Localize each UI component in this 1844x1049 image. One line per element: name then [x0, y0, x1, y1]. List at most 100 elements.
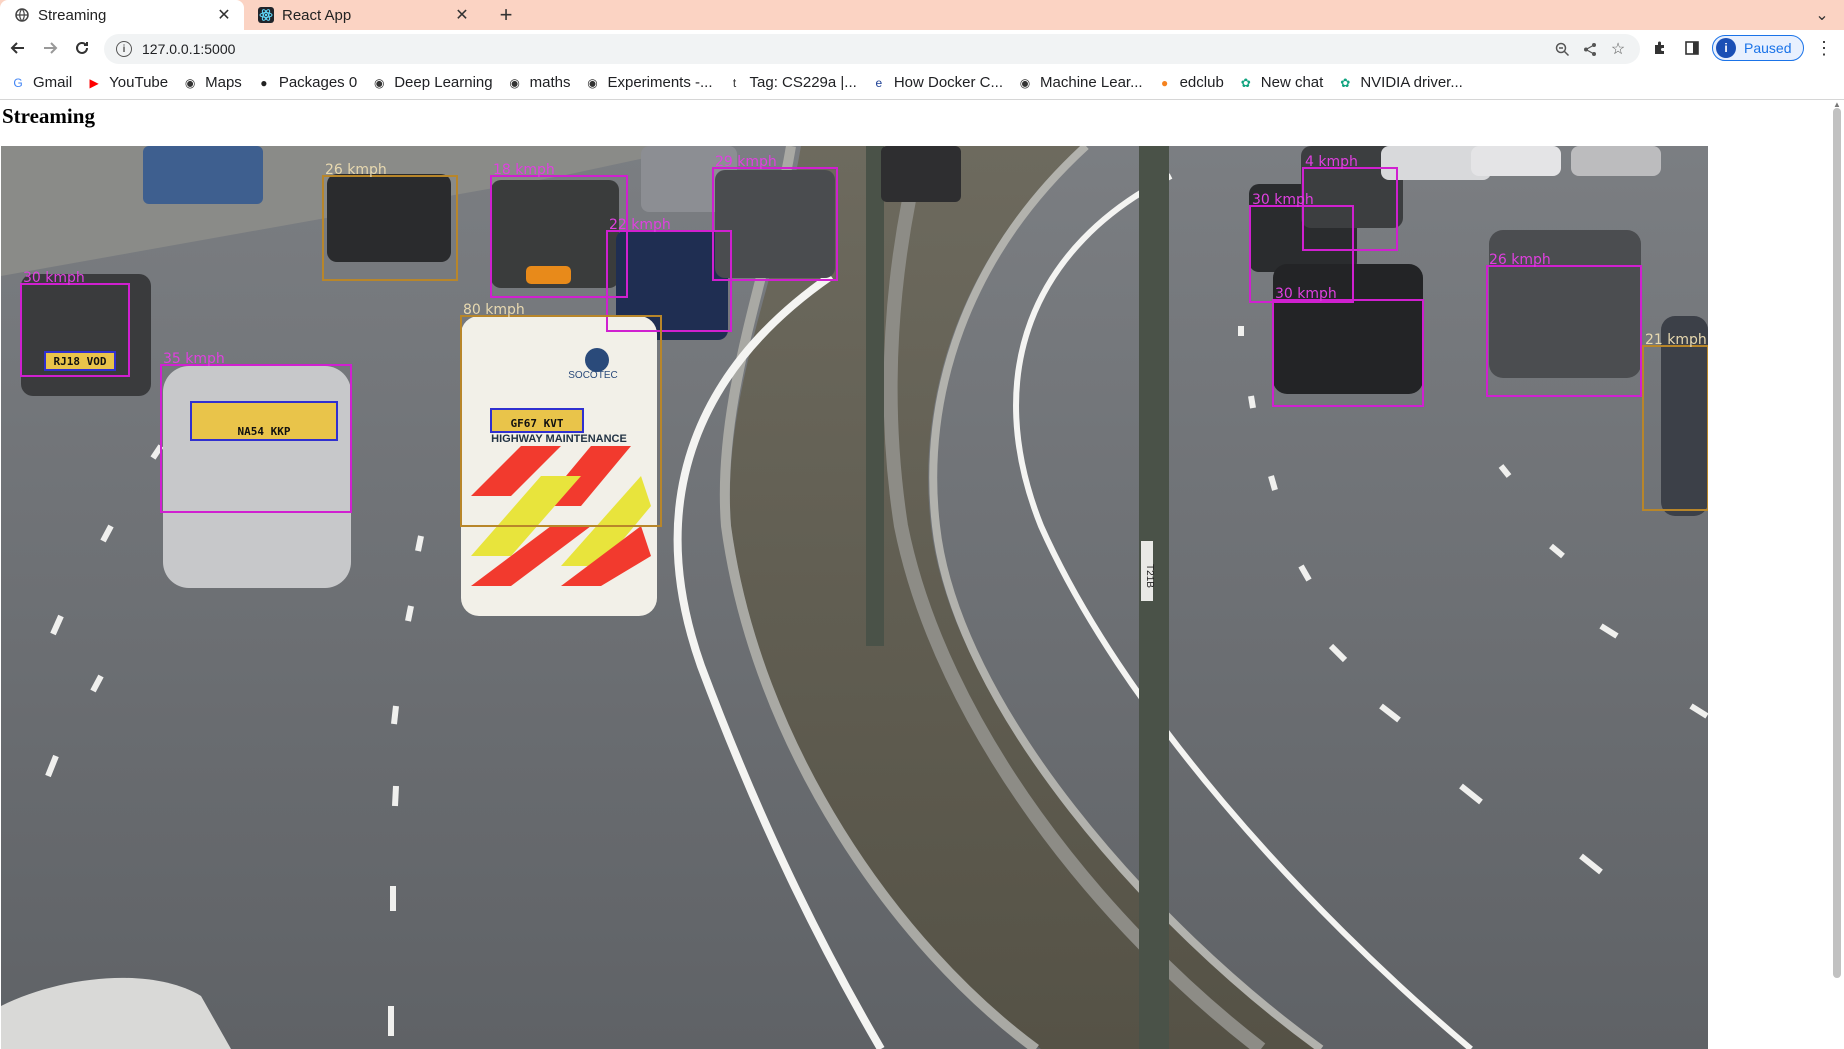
bookmark-item[interactable]: ✿ NVIDIA driver... [1337, 74, 1463, 91]
bookmarks-bar: G Gmail ▶ YouTube ◉ Maps ● Packages 0 ◉ Deep Lear… [0, 66, 1844, 100]
bookmark-label: Packages 0 [278, 74, 358, 91]
bookmark-label: Maps [205, 74, 242, 91]
van-text: HIGHWAY MAINTENANCE [491, 433, 627, 445]
bookmark-item[interactable]: ◉ Experiments -... [584, 74, 712, 91]
car-suv-left [21, 274, 151, 396]
google-icon: G [13, 75, 23, 90]
bookmark-item[interactable]: e How Docker C... [871, 74, 1003, 91]
car-silver [163, 366, 351, 588]
react-icon [258, 7, 274, 23]
forward-button[interactable] [38, 36, 62, 60]
bookmark-item[interactable]: ▶ YouTube [86, 74, 169, 91]
toolbar: i 127.0.0.1:5000 ☆ i Paused ⋮ [0, 30, 1844, 66]
star-icon[interactable]: ☆ [1604, 37, 1632, 61]
globe-icon: ◉ [184, 75, 196, 90]
speed-label: 30 kmph [1275, 286, 1337, 302]
profile-button[interactable]: i Paused [1712, 35, 1804, 61]
globe-icon: ◉ [509, 75, 520, 90]
side-panel-icon[interactable] [1680, 36, 1704, 60]
tab-strip: Streaming ✕ React App ✕ + ⌄ [0, 0, 1844, 30]
zoom-icon[interactable] [1548, 37, 1576, 61]
new-tab-button[interactable]: + [494, 2, 518, 27]
scrollbar-thumb[interactable] [1833, 108, 1841, 978]
speed-label: 21 kmph [1645, 332, 1707, 348]
edclub-icon: ● [1160, 75, 1169, 90]
arrow-left-icon [10, 42, 24, 54]
speed-label: 26 kmph [325, 162, 387, 178]
scrollbar[interactable]: ▲ [1830, 100, 1844, 1049]
reload-button[interactable] [70, 36, 94, 60]
github-icon: ● [260, 75, 268, 90]
share-icon[interactable] [1576, 37, 1604, 61]
video-stream: T21B HIGHWAY MAINTENANCE SOCOTEC 30 kmph… [1, 146, 1708, 1049]
chevron-down-icon[interactable]: ⌄ [1810, 3, 1834, 27]
car-vw-golf [1273, 264, 1423, 394]
globe-icon: ◉ [1019, 75, 1031, 90]
speed-label: 22 kmph [609, 217, 671, 233]
close-icon[interactable]: ✕ [452, 5, 472, 25]
speed-label: 80 kmph [463, 302, 525, 318]
bookmark-item[interactable]: t Tag: CS229a |... [727, 74, 857, 91]
speed-label: 35 kmph [163, 351, 225, 367]
bookmark-label: New chat [1260, 74, 1324, 91]
bookmark-label: Deep Learning [394, 74, 493, 91]
tab-react-app[interactable]: React App ✕ [244, 0, 482, 30]
bookmark-item[interactable]: ◉ maths [507, 74, 571, 91]
address-bar[interactable]: i 127.0.0.1:5000 ☆ [104, 34, 1640, 64]
plate-text: RJ18 VOD [54, 355, 107, 368]
bookmark-label: Machine Lear... [1040, 74, 1143, 91]
van-brand: SOCOTEC [568, 370, 617, 381]
speed-label: 26 kmph [1489, 252, 1551, 268]
tab-title: React App [282, 6, 352, 24]
globe-icon: ◉ [587, 75, 598, 90]
car-suv-dark [327, 174, 451, 262]
bookmark-item[interactable]: ◉ Deep Learning [371, 74, 493, 91]
car-grey-far [1571, 146, 1661, 176]
car-dark-far [881, 146, 961, 202]
bookmark-label: NVIDIA driver... [1360, 74, 1463, 91]
pole-marker-text: T21B [1144, 564, 1155, 588]
plate-text: NA54 KKP [238, 425, 291, 438]
edx-icon: e [875, 75, 883, 90]
bookmark-label: YouTube [109, 74, 169, 91]
avatar: i [1716, 38, 1736, 58]
globe-icon [14, 7, 30, 23]
van-beacon [526, 266, 571, 284]
speed-label: 29 kmph [715, 154, 777, 170]
speed-label: 30 kmph [23, 270, 85, 286]
bookmark-item[interactable]: ✿ New chat [1238, 74, 1324, 91]
tab-title: Streaming [38, 6, 107, 24]
bookmark-item[interactable]: ● Packages 0 [256, 74, 357, 91]
bookmark-label: maths [529, 74, 571, 91]
car-white-far-2 [1471, 146, 1561, 176]
car-range-rover [715, 170, 835, 278]
bookmark-item[interactable]: G Gmail [10, 74, 72, 91]
bookmark-item[interactable]: ● edclub [1157, 74, 1224, 91]
speed-label: 18 kmph [493, 162, 555, 178]
back-button[interactable] [6, 36, 30, 60]
openai-icon: ✿ [1340, 75, 1351, 90]
sign-pole [866, 146, 884, 646]
youtube-icon: ▶ [89, 75, 99, 90]
bookmark-label: edclub [1179, 74, 1224, 91]
openai-icon: ✿ [1240, 75, 1251, 90]
bookmark-label: How Docker C... [893, 74, 1004, 91]
profile-status: Paused [1744, 40, 1792, 56]
plate-text: GF67 KVT [511, 417, 564, 430]
url-text[interactable]: 127.0.0.1:5000 [142, 41, 1548, 57]
kebab-menu-icon[interactable]: ⋮ [1812, 36, 1836, 60]
reload-icon [76, 41, 88, 54]
speed-label: 4 kmph [1305, 154, 1358, 170]
tab-streaming[interactable]: Streaming ✕ [0, 0, 244, 30]
bookmark-label: Experiments -... [607, 74, 713, 91]
van-blue [143, 146, 263, 204]
close-icon[interactable]: ✕ [214, 5, 234, 25]
extensions-puzzle-icon[interactable] [1648, 36, 1672, 60]
bookmark-item[interactable]: ◉ Maps [182, 74, 242, 91]
globe-icon: ◉ [373, 75, 385, 90]
bookmark-label: Gmail [33, 74, 73, 91]
tag-icon: t [732, 75, 737, 90]
info-icon[interactable]: i [116, 41, 132, 57]
socotec-logo [585, 348, 609, 372]
bookmark-item[interactable]: ◉ Machine Lear... [1017, 74, 1143, 91]
